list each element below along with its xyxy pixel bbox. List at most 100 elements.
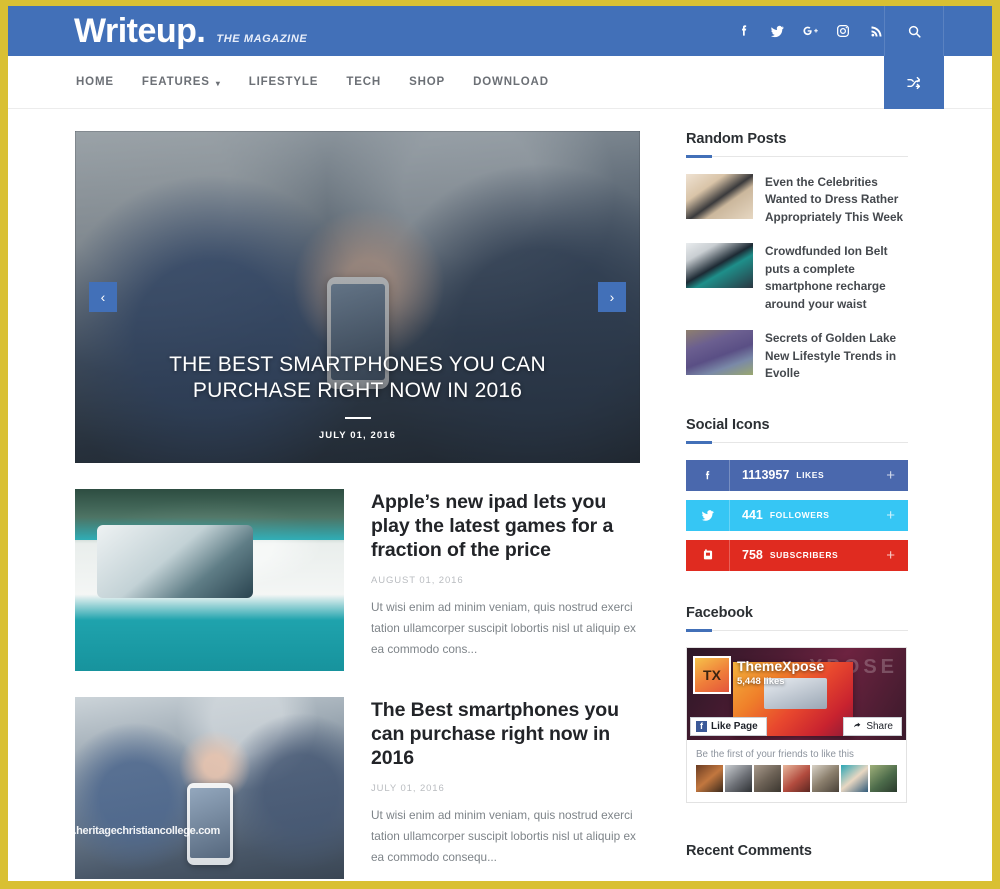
random-post-title[interactable]: Crowdfunded Ion Belt puts a complete sma… [753,243,908,313]
facebook-share-label: Share [866,720,893,732]
plus-icon[interactable]: + [886,467,895,484]
widget-facebook: Facebook XPOSE TX ThemeXpose 5,448 likes… [686,605,908,803]
post-body: The Best smartphones you can purchase ri… [344,697,650,879]
plus-icon[interactable]: + [886,507,895,524]
widget-title: Social Icons [686,416,770,433]
nav-label: TECH [346,76,382,88]
slider-next-button[interactable]: › [598,282,626,312]
social-counter-twitter[interactable]: 441 FOLLOWERS + [686,499,908,531]
random-post-item[interactable]: Secrets of Golden Lake New Lifestyle Tre… [686,330,908,382]
site-logo[interactable]: Writeup. [74,14,206,48]
nav-item-features[interactable]: FEATURES ▾ [128,76,235,88]
avatar [696,764,723,792]
slider-date: JULY 01, 2016 [318,430,397,441]
nav-label: LIFESTYLE [248,76,319,88]
post-thumbnail-phone-detail [186,782,233,865]
random-post-title[interactable]: Even the Celebrities Wanted to Dress Rat… [753,174,908,226]
header-social-links [736,6,884,56]
top-header-bar: Writeup. THE MAGAZINE [8,6,992,56]
widget-random-posts: Random Posts Even the Celebrities Wanted… [686,131,908,383]
site-tagline: THE MAGAZINE [216,33,308,45]
post-item: Apple’s new ipad lets you play the lates… [75,489,650,671]
content-area: ‹ › THE BEST SMARTPHONES YOU CAN PURCHAS… [8,109,992,881]
nav-label: HOME [76,76,114,88]
post-thumbnail[interactable] [75,489,344,671]
slider-title[interactable]: THE BEST SMARTPHONES YOU CAN PURCHASE RI… [117,352,598,404]
post-thumbnail[interactable]: www.heritagechristiancollege.com [75,697,344,879]
avatar [783,764,810,792]
main-column: ‹ › THE BEST SMARTPHONES YOU CAN PURCHAS… [75,131,650,881]
post-title[interactable]: Apple’s new ipad lets you play the lates… [371,491,650,562]
chevron-down-icon: ▾ [215,78,221,88]
post-title[interactable]: The Best smartphones you can purchase ri… [371,699,650,770]
post-thumbnail-image [75,489,344,671]
facebook-icon: f [696,720,707,732]
post-date: AUGUST 01, 2016 [371,575,464,587]
social-counter-youtube[interactable]: 758 SUBSCRIBERS + [686,539,908,571]
facebook-page-plugin: XPOSE TX ThemeXpose 5,448 likes f Like P… [686,646,907,803]
site-branding[interactable]: Writeup. THE MAGAZINE [74,14,307,48]
featured-slider[interactable]: ‹ › THE BEST SMARTPHONES YOU CAN PURCHAS… [75,131,640,463]
social-count: 758 [742,548,763,563]
share-icon [854,722,861,728]
social-counter-facebook[interactable]: 1113957 LIKES + [686,459,908,491]
chevron-right-icon: › [609,289,615,305]
nav-item-download[interactable]: DOWNLOAD [459,76,563,88]
search-button[interactable] [884,6,944,56]
nav-item-shop[interactable]: SHOP [395,76,459,88]
facebook-like-button[interactable]: f Like Page [690,716,767,736]
post-date: JULY 01, 2016 [371,783,445,795]
main-navigation-bar: HOME FEATURES ▾ LIFESTYLE TECH SHOP DOWNL… [8,56,992,109]
slider-prev-button[interactable]: ‹ [89,282,117,312]
random-post-title[interactable]: Secrets of Golden Lake New Lifestyle Tre… [753,330,908,382]
nav-item-tech[interactable]: TECH [332,76,395,88]
social-count-label: SUBSCRIBERS [769,550,839,561]
nav-list: HOME FEATURES ▾ LIFESTYLE TECH SHOP DOWNL… [76,76,563,88]
facebook-cover: XPOSE TX ThemeXpose 5,448 likes f Like P… [687,647,906,740]
widget-recent-comments: Recent Comments [686,843,908,859]
instagram-icon[interactable] [835,22,851,40]
twitter-icon[interactable] [769,22,785,40]
avatar [725,764,752,792]
widget-title: Random Posts [686,131,787,147]
random-post-thumbnail [686,330,753,376]
slider-caption: THE BEST SMARTPHONES YOU CAN PURCHASE RI… [75,352,640,463]
random-post-button[interactable] [884,56,944,109]
social-count-label: LIKES [796,470,825,481]
nav-label: FEATURES [141,76,210,88]
social-count-label: FOLLOWERS [769,510,830,521]
post-body: Apple’s new ipad lets you play the lates… [344,489,650,671]
facebook-page-avatar: TX [693,655,731,694]
facebook-share-button[interactable]: Share [843,716,902,736]
slider-separator [344,417,371,419]
image-watermark: www.heritagechristiancollege.com [75,825,220,837]
widget-title-underline [686,155,908,158]
facebook-friend-avatars [696,764,897,792]
widget-title-underline [686,440,908,444]
random-post-item[interactable]: Crowdfunded Ion Belt puts a complete sma… [686,243,908,313]
widget-title: Recent Comments [686,842,812,859]
search-icon [908,25,921,38]
post-item: www.heritagechristiancollege.com The Bes… [75,697,650,879]
nav-item-lifestyle[interactable]: LIFESTYLE [235,76,333,88]
google-plus-icon[interactable] [802,22,818,40]
facebook-like-count: 5,448 likes [737,675,785,687]
avatar [841,764,868,792]
random-post-thumbnail [686,174,753,219]
facebook-icon[interactable] [736,22,752,40]
facebook-icon [686,459,730,491]
plus-icon[interactable]: + [886,547,895,564]
social-count: 1113957 [742,468,790,483]
facebook-page-name[interactable]: ThemeXpose [737,658,824,674]
page-root: Writeup. THE MAGAZINE HOME FEATURES ▾ LI… [8,6,992,881]
nav-item-home[interactable]: HOME [76,76,128,88]
facebook-friends-text: Be the first of your friends to like thi… [696,748,854,760]
post-excerpt: Ut wisi enim ad minim veniam, quis nostr… [371,808,636,865]
random-post-item[interactable]: Even the Celebrities Wanted to Dress Rat… [686,174,908,226]
widget-social-icons: Social Icons 1113957 LIKES + 441 FOLLOWE… [686,417,908,571]
random-post-thumbnail [686,243,753,289]
rss-icon[interactable] [868,22,884,40]
social-count: 441 [742,508,763,523]
facebook-like-label: Like Page [711,720,758,732]
nav-label: SHOP [409,76,446,88]
